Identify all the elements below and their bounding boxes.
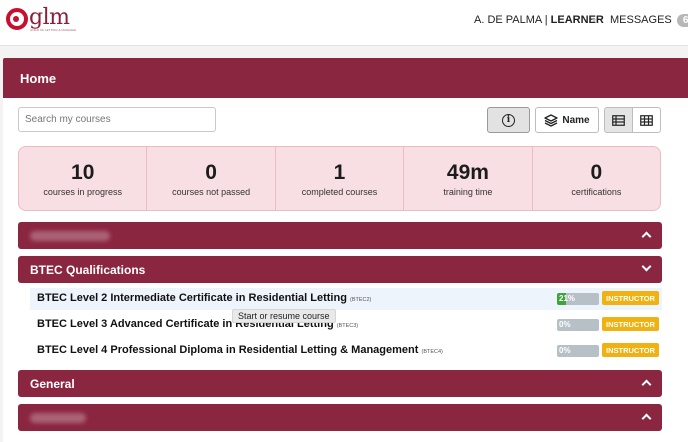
sort-by-name-button[interactable]: Name xyxy=(535,107,599,133)
user-separator: | xyxy=(544,14,548,26)
chevron-down-icon xyxy=(641,261,652,272)
layers-icon xyxy=(544,113,559,127)
progress-label: 0% xyxy=(559,346,571,355)
sort-label: Name xyxy=(562,114,590,126)
stat-value: 1 xyxy=(333,161,346,184)
section-header-general[interactable]: General xyxy=(18,370,662,397)
stat-courses-in-progress: 10 courses in progress xyxy=(19,147,146,210)
blurred-section-title xyxy=(30,231,110,241)
stat-label: certifications xyxy=(571,187,622,197)
chevron-up-icon xyxy=(641,379,652,390)
stat-label: courses in progress xyxy=(43,187,122,197)
instructor-badge: INSTRUCTOR xyxy=(602,291,659,305)
stat-value: 10 xyxy=(71,161,95,184)
messages-label: MESSAGES xyxy=(610,14,672,26)
grid-view-icon xyxy=(640,114,653,126)
section-header-blurred[interactable] xyxy=(18,222,662,249)
glm-logo[interactable]: glm GUILD OF LETTING & MANAGEMENT xyxy=(6,5,76,32)
list-view-button[interactable] xyxy=(604,107,633,133)
course-title[interactable]: BTEC Level 2 Intermediate Certificate in… xyxy=(37,292,347,304)
page-title: Home xyxy=(3,58,688,98)
stat-certifications: 0 certifications xyxy=(531,147,660,210)
chevron-up-icon xyxy=(641,231,652,242)
grid-view-button[interactable] xyxy=(632,107,661,133)
section-title: BTEC Qualifications xyxy=(30,263,146,277)
logo-text: glm xyxy=(29,5,70,30)
stats-panel: 10 courses in progress 0 courses not pas… xyxy=(18,146,661,211)
search-courses-input[interactable] xyxy=(18,107,216,132)
instructor-badge: INSTRUCTOR xyxy=(602,317,659,331)
progress-label: 0% xyxy=(559,320,571,329)
user-menu-caret-icon[interactable] xyxy=(592,19,596,22)
stat-value: 0 xyxy=(205,161,217,184)
stat-value: 0 xyxy=(590,161,603,184)
course-code: (BTEC4) xyxy=(421,349,443,355)
user-name: A. DE PALMA xyxy=(474,14,542,26)
start-course-tooltip: Start or resume course xyxy=(232,309,336,323)
section-header-blurred[interactable] xyxy=(18,404,662,431)
messages-count-badge: 6 xyxy=(676,14,688,27)
stat-value: 49m xyxy=(446,161,489,184)
logo-tagline: GUILD OF LETTING & MANAGEMENT xyxy=(30,29,76,32)
stat-label: completed courses xyxy=(301,187,378,197)
course-row[interactable]: BTEC Level 2 Intermediate Certificate in… xyxy=(30,288,662,310)
stat-training-time: 49m training time xyxy=(403,147,531,210)
course-code: (BTEC3) xyxy=(336,323,359,329)
course-title[interactable]: BTEC Level 4 Professional Diploma in Res… xyxy=(37,344,418,356)
course-row[interactable]: BTEC Level 3 Advanced Certificate in Res… xyxy=(30,314,662,336)
messages-menu[interactable]: MESSAGES 6 xyxy=(610,14,688,27)
course-progress-bar: 0% xyxy=(557,319,599,331)
user-menu[interactable]: A. DE PALMA | LEARNER xyxy=(474,14,604,26)
stat-completed-courses: 1 completed courses xyxy=(274,147,403,210)
course-progress-bar: 0% xyxy=(557,345,599,357)
top-bar: glm GUILD OF LETTING & MANAGEMENT A. DE … xyxy=(0,0,688,46)
info-button[interactable]: i xyxy=(487,107,530,133)
course-row[interactable]: BTEC Level 4 Professional Diploma in Res… xyxy=(30,340,662,362)
info-icon: i xyxy=(502,113,515,127)
logo-mark-icon xyxy=(6,8,28,30)
instructor-badge: INSTRUCTOR xyxy=(602,343,659,357)
list-view-icon xyxy=(612,114,625,126)
stat-label: training time xyxy=(443,187,493,197)
section-title: General xyxy=(30,377,75,391)
section-header-btec[interactable]: BTEC Qualifications xyxy=(18,256,662,283)
progress-label: 21% xyxy=(559,294,576,303)
course-code: (BTEC2) xyxy=(349,297,372,303)
blurred-section-title xyxy=(30,413,86,423)
course-progress-bar: 21% xyxy=(557,293,599,305)
stat-label: courses not passed xyxy=(172,187,251,197)
stat-courses-not-passed: 0 courses not passed xyxy=(146,147,274,210)
chevron-up-icon xyxy=(641,413,652,424)
